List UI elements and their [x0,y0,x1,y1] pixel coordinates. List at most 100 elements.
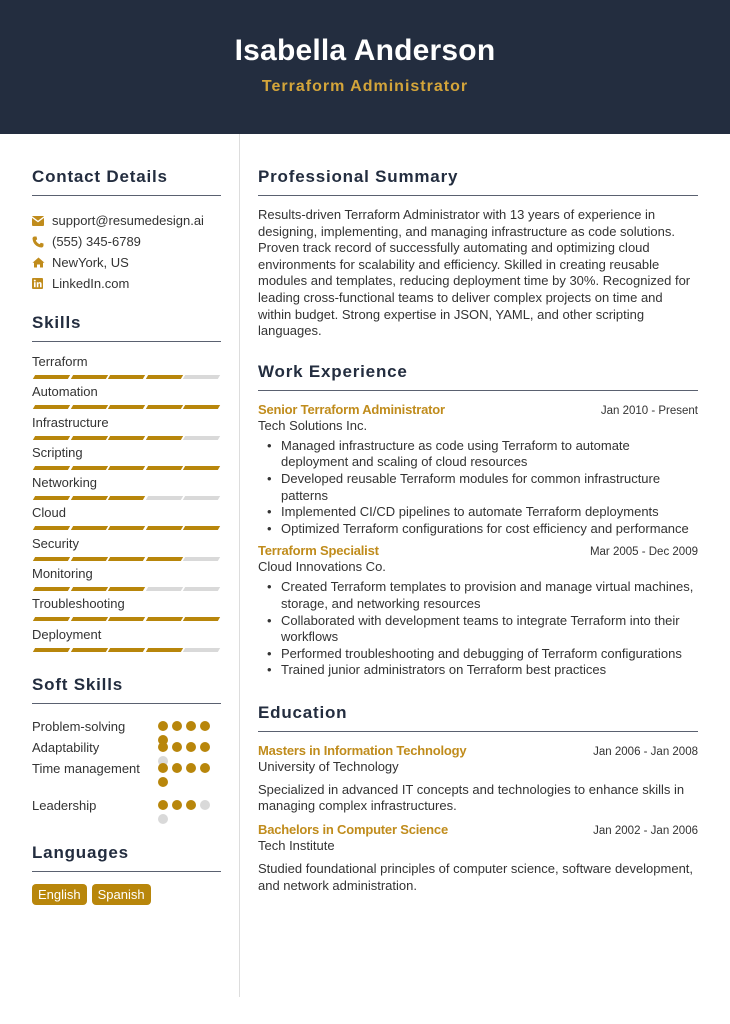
skill-segment-filled [145,465,183,470]
skill-level-bar [32,375,221,379]
skill-segment-filled [182,617,220,622]
contact-email[interactable]: support@resumedesign.ai [32,210,221,231]
skill-name: Networking [32,475,98,491]
soft-skill-item: Leadership [32,797,221,824]
contact-linkedin-text: LinkedIn.com [52,276,130,291]
education-entry: Masters in Information Technology Jan 20… [258,743,698,815]
right-column: Professional Summary Results-driven Terr… [258,134,698,894]
skill-segment-empty [182,587,220,592]
skill-segment-empty [182,375,220,379]
job-bullet: Developed reusable Terraform modules for… [267,471,698,504]
rating-dot-empty [200,799,210,810]
skill-segment-empty [182,556,220,561]
skill-segment-filled [32,375,70,379]
job-company: Tech Solutions Inc. [258,417,368,433]
skill-segment-filled [32,465,70,470]
education-section: Education Masters in Information Technol… [258,703,698,894]
job-title: Senior Terraform Administrator [258,401,445,417]
skill-segment-empty [145,587,183,592]
education-date: Jan 2002 - Jan 2006 [593,825,698,838]
skill-segment-filled [32,526,70,531]
candidate-name: Isabella Anderson [234,34,496,67]
skills-heading: Skills [32,313,221,342]
soft-skill-name: Leadership [32,797,97,813]
contact-location: NewYork, US [32,252,221,273]
skill-name: Troubleshooting [32,596,125,612]
skill-segment-filled [145,617,183,622]
rating-dot-filled [186,720,196,731]
skill-segment-filled [145,526,183,531]
education-heading: Education [258,703,698,732]
soft-skill-name: Adaptability [32,739,100,755]
contact-phone[interactable]: (555) 345-6789 [32,231,221,252]
job-bullet: Managed infrastructure as code using Ter… [267,438,698,471]
skill-item: Automation [32,384,221,414]
summary-heading: Professional Summary [258,167,698,196]
skill-name: Scripting [32,444,83,460]
skill-name: Monitoring [32,566,93,582]
degree-title: Masters in Information Technology [258,742,467,758]
skill-segment-filled [145,556,183,561]
soft-skill-list: Problem-solving Adaptability Time manageme… [32,718,221,824]
contact-phone-text: (555) 345-6789 [52,234,141,249]
skill-segment-filled [32,405,70,410]
skill-name: Security [32,535,79,551]
skill-item: Scripting [32,445,221,475]
rating-dot-filled [172,762,182,773]
skill-segment-empty [145,496,183,501]
job-entry: Terraform Specialist Mar 2005 - Dec 2009… [258,543,698,679]
skill-segment-filled [32,587,70,592]
candidate-title: Terraform Administrator [261,78,469,95]
skill-segment-filled [70,496,108,501]
skill-level-bar [32,556,221,561]
contact-linkedin[interactable]: LinkedIn.com [32,273,221,294]
skill-item: Deployment [32,627,221,657]
soft-skills-heading: Soft Skills [32,675,221,704]
left-column: Contact Details support@resumedesign.ai … [32,134,221,905]
language-tag: English [32,883,87,905]
skill-segment-filled [70,556,108,561]
skill-segment-filled [107,556,145,561]
skill-segment-filled [32,617,70,622]
soft-skill-item: Adaptability [32,739,221,766]
job-bullet: Implemented CI/CD pipelines to automate … [267,504,698,521]
skill-segment-filled [107,405,145,410]
job-company: Cloud Innovations Co. [258,559,386,575]
education-entry: Bachelors in Computer Science Jan 2002 -… [258,822,698,894]
skill-level-bar [32,465,221,470]
skill-segment-filled [70,647,108,652]
skill-name: Automation [32,384,98,400]
skill-segment-filled [107,375,145,379]
skill-segment-empty [182,496,220,501]
job-title: Terraform Specialist [258,543,379,559]
job-bullet: Collaborated with development teams to i… [267,613,698,646]
skill-segment-filled [32,435,70,440]
skill-segment-filled [70,617,108,622]
skill-level-bar [32,435,221,440]
skill-segment-filled [70,405,108,410]
contact-location-text: NewYork, US [52,255,129,270]
phone-icon [32,236,52,248]
skill-segment-filled [107,587,145,592]
rating-dot-filled [158,762,168,773]
linkedin-icon [32,278,52,289]
skill-segment-filled [107,617,145,622]
degree-title: Bachelors in Computer Science [258,822,448,838]
rating-dot-filled [172,799,182,810]
skill-segment-filled [182,526,220,531]
rating-dot-empty [158,813,168,824]
skill-name: Deployment [32,626,102,642]
skill-name: Infrastructure [32,414,109,430]
job-bullet: Created Terraform templates to provision… [267,579,698,612]
rating-dot-filled [172,720,182,731]
skill-item: Troubleshooting [32,596,221,626]
home-icon [32,257,52,268]
education-description: Specialized in advanced IT concepts and … [258,781,685,814]
rating-dot-filled [172,741,182,752]
rating-dot-filled [158,720,168,731]
soft-skill-name: Problem-solving [32,718,126,734]
skill-segment-filled [32,496,70,501]
skill-item: Monitoring [32,566,221,596]
soft-skill-rating [158,739,212,766]
skill-segment-filled [107,526,145,531]
